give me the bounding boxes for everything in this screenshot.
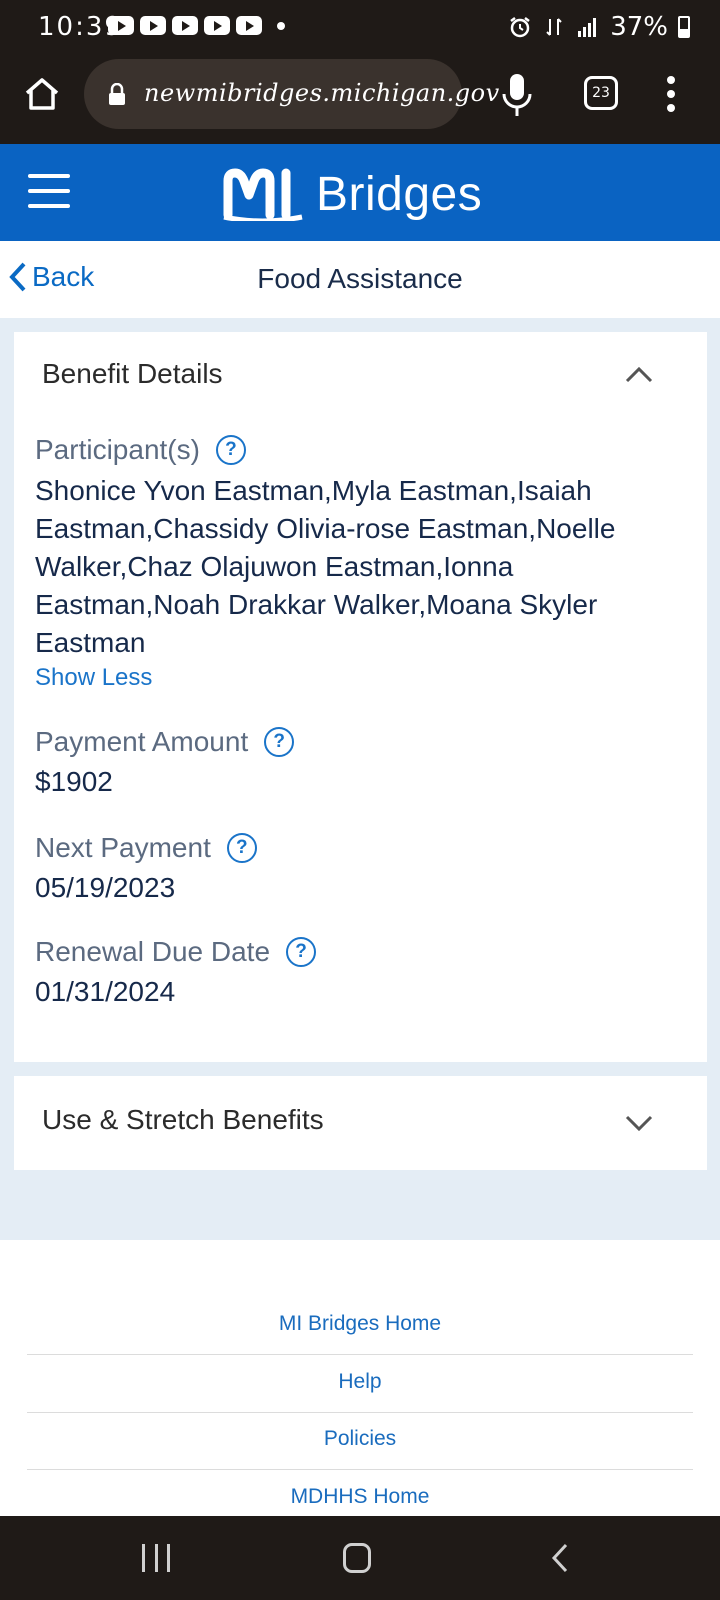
- data-transfer-icon: [546, 18, 562, 36]
- help-icon[interactable]: ?: [264, 727, 295, 757]
- payment-amount-label-row: Payment Amount ?: [35, 726, 295, 758]
- menu-icon[interactable]: [28, 174, 70, 210]
- browser-toolbar: newmibridges.michigan.gov 23: [0, 52, 720, 144]
- footer-link-help[interactable]: Help: [27, 1370, 693, 1394]
- footer-divider: [27, 1354, 693, 1355]
- next-payment-value: 05/19/2023: [35, 872, 176, 903]
- help-icon[interactable]: ?: [286, 937, 317, 967]
- page-title: Food Assistance: [257, 263, 463, 294]
- help-icon[interactable]: ?: [215, 435, 246, 465]
- next-payment-label: Next Payment: [35, 832, 211, 863]
- footer: MI Bridges Home Help Policies MDHHS Home: [0, 1240, 720, 1516]
- footer-link-policies[interactable]: Policies: [27, 1427, 693, 1451]
- renewal-label-row: Renewal Due Date ?: [35, 936, 317, 968]
- mi-bridges-logo[interactable]: Bridges: [222, 166, 482, 222]
- status-right: 37%: [508, 12, 690, 42]
- participants-line: Eastman,Noah Drakkar Walker,Moana Skyler: [35, 589, 598, 620]
- footer-link-mi-bridges-home[interactable]: MI Bridges Home: [27, 1312, 693, 1336]
- renewal-due-date-value: 01/31/2024: [35, 976, 176, 1007]
- back-icon[interactable]: [550, 1542, 570, 1574]
- address-bar[interactable]: newmibridges.michigan.gov: [84, 59, 499, 129]
- help-icon[interactable]: ?: [226, 833, 257, 863]
- use-stretch-benefits-heading[interactable]: Use & Stretch Benefits: [42, 1104, 324, 1136]
- youtube-icon: [236, 16, 262, 35]
- payment-amount-value: $1902: [35, 766, 113, 797]
- footer-divider: [27, 1412, 693, 1413]
- youtube-icon: [172, 16, 198, 35]
- alarm-icon: [510, 17, 530, 38]
- signal-icon: [578, 18, 597, 37]
- url-text: newmibridges.michigan.gov: [144, 79, 500, 107]
- benefit-details-panel: Benefit Details Participant(s) ? Shonice…: [14, 332, 707, 1062]
- recent-apps-icon[interactable]: [142, 1544, 170, 1572]
- microphone-icon[interactable]: [500, 72, 534, 118]
- footer-link-mdhhs-home[interactable]: MDHHS Home: [27, 1485, 693, 1509]
- youtube-icon: [108, 16, 134, 35]
- tab-switcher-button[interactable]: 23: [584, 76, 618, 110]
- youtube-icon: [204, 16, 230, 35]
- more-options-icon[interactable]: [660, 76, 682, 116]
- home-icon[interactable]: [22, 74, 62, 114]
- next-payment-label-row: Next Payment ?: [35, 832, 257, 864]
- participants-line: Walker,Chaz Olajuwon Eastman,Ionna: [35, 551, 514, 582]
- chevron-up-icon[interactable]: [625, 366, 653, 384]
- battery-icon: [678, 16, 690, 38]
- participants-list: Shonice Yvon Eastman,Myla Eastman,Isaiah…: [35, 472, 665, 662]
- footer-divider: [27, 1469, 693, 1470]
- logo-text: Bridges: [316, 167, 483, 221]
- home-button-icon[interactable]: [343, 1543, 371, 1573]
- use-stretch-benefits-panel[interactable]: Use & Stretch Benefits: [14, 1076, 707, 1170]
- logo-mark: [223, 168, 303, 221]
- lock-icon: [109, 83, 125, 105]
- payment-amount-label: Payment Amount: [35, 726, 249, 757]
- page-subheader: Back Food Assistance: [0, 241, 720, 318]
- notification-icons: [108, 16, 262, 35]
- app-header: Bridges: [0, 144, 720, 241]
- participants-label-row: Participant(s) ?: [35, 434, 246, 466]
- participants-label: Participant(s): [35, 434, 200, 465]
- chevron-down-icon[interactable]: [625, 1114, 653, 1132]
- benefit-details-heading[interactable]: Benefit Details: [42, 358, 223, 390]
- status-bar: 10:39 37%: [0, 0, 720, 52]
- renewal-due-date-label: Renewal Due Date: [35, 936, 271, 967]
- participants-line: Eastman: [35, 627, 146, 658]
- show-less-link[interactable]: Show Less: [35, 664, 152, 692]
- youtube-icon: [140, 16, 166, 35]
- system-navigation-bar: [0, 1516, 720, 1600]
- participants-line: Shonice Yvon Eastman,Myla Eastman,Isaiah: [35, 475, 592, 506]
- more-notifications-dot-icon: [277, 22, 285, 30]
- battery-percent: 37%: [610, 12, 668, 42]
- participants-line: Eastman,Chassidy Olivia-rose Eastman,Noe…: [35, 513, 616, 544]
